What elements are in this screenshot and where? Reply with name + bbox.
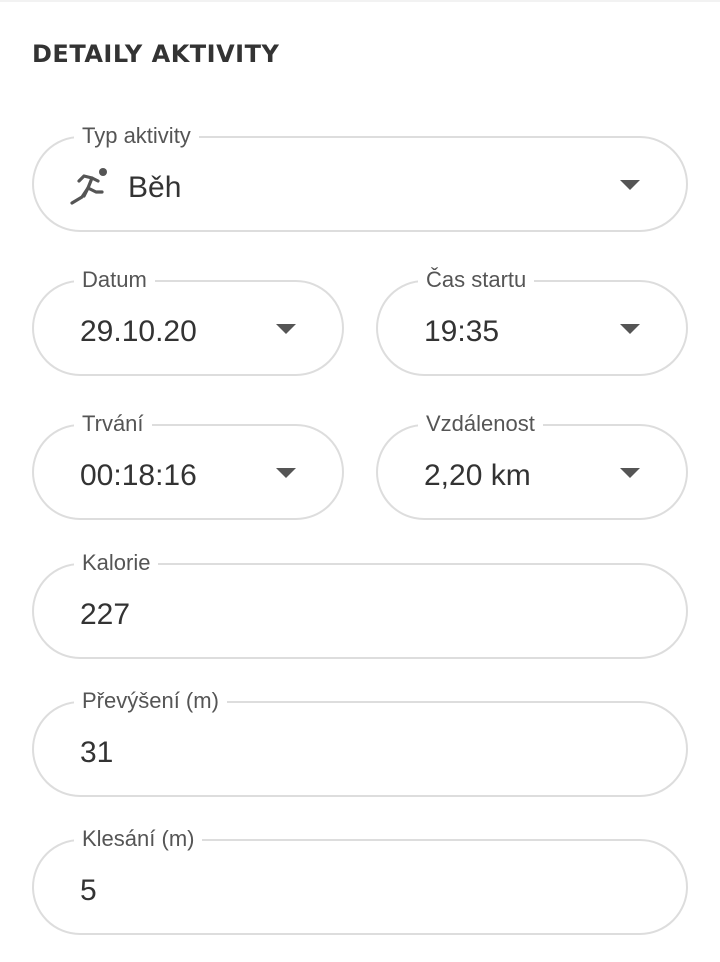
start-time-dropdown[interactable]: Čas startu 19:35 xyxy=(376,267,688,376)
calories-label: Kalorie xyxy=(74,550,159,576)
distance-label: Vzdálenost xyxy=(418,411,543,437)
elevation-gain-field[interactable]: Převýšení (m) 31 xyxy=(32,688,688,797)
top-divider xyxy=(0,0,720,2)
distance-value: 2,20 km xyxy=(424,459,531,492)
date-dropdown[interactable]: Datum 29.10.20 xyxy=(32,267,344,376)
activity-type-label: Typ aktivity xyxy=(74,123,199,149)
running-person-icon xyxy=(70,168,107,205)
activity-type-value: Běh xyxy=(128,171,182,204)
calories-value[interactable]: 227 xyxy=(80,597,130,633)
date-label: Datum xyxy=(74,267,155,293)
calories-field[interactable]: Kalorie 227 xyxy=(32,550,688,659)
section-title: DETAILY AKTIVITY xyxy=(32,40,280,68)
elevation-gain-value[interactable]: 31 xyxy=(80,735,113,771)
chevron-down-icon[interactable] xyxy=(620,324,640,334)
chevron-down-icon[interactable] xyxy=(620,468,640,478)
duration-dropdown[interactable]: Trvání 00:18:16 xyxy=(32,411,344,520)
duration-value: 00:18:16 xyxy=(80,459,197,492)
elevation-loss-value[interactable]: 5 xyxy=(80,873,97,909)
date-value: 29.10.20 xyxy=(80,315,197,348)
elevation-loss-label: Klesání (m) xyxy=(74,826,203,852)
chevron-down-icon[interactable] xyxy=(276,324,296,334)
elevation-gain-label: Převýšení (m) xyxy=(74,688,227,714)
start-time-value: 19:35 xyxy=(424,315,500,348)
chevron-down-icon[interactable] xyxy=(276,468,296,478)
chevron-down-icon[interactable] xyxy=(620,180,640,190)
elevation-loss-field[interactable]: Klesání (m) 5 xyxy=(32,826,688,935)
activity-type-dropdown[interactable]: Typ aktivity Běh xyxy=(32,123,688,232)
start-time-label: Čas startu xyxy=(418,267,535,293)
distance-dropdown[interactable]: Vzdálenost 2,20 km xyxy=(376,411,688,520)
duration-label: Trvání xyxy=(74,411,152,437)
